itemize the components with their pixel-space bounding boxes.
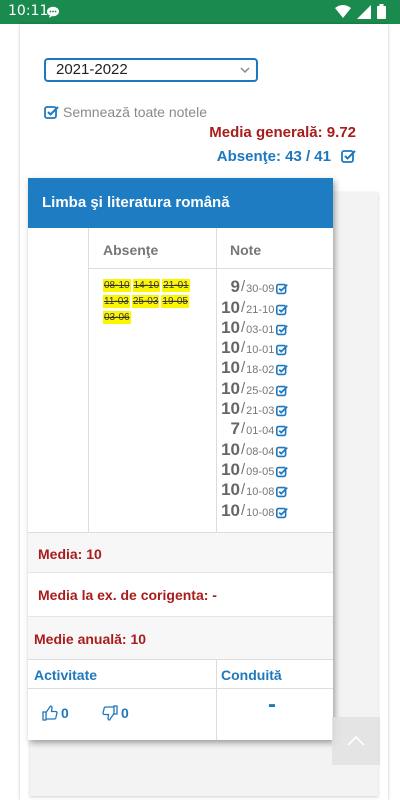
signal-icon bbox=[357, 4, 371, 19]
dislikes-button[interactable]: 0 bbox=[102, 705, 129, 721]
thumbs-down-icon bbox=[102, 705, 118, 721]
grade-value: 10 bbox=[221, 399, 240, 419]
checkbox-checked-icon[interactable] bbox=[276, 304, 289, 316]
grade-value: 10 bbox=[221, 439, 240, 459]
absence-item: 14-10 bbox=[132, 279, 161, 292]
absence-item: 11-03 bbox=[103, 295, 130, 308]
grade-value: 7 bbox=[230, 419, 240, 439]
absence-item: 21-01 bbox=[162, 279, 190, 292]
sign-all-label: Semnează toate notele bbox=[63, 104, 207, 120]
conduct-value: - bbox=[268, 691, 276, 718]
checkbox-checked-icon[interactable] bbox=[341, 149, 356, 164]
conduct-label: Conduită bbox=[221, 667, 282, 683]
grade-date: 10-01 bbox=[246, 344, 275, 357]
school-year-value: 2021-2022 bbox=[56, 61, 128, 78]
subject-average: Media: 10 bbox=[28, 533, 333, 573]
grade-value: 9 bbox=[230, 277, 240, 297]
school-year-select[interactable]: 2021-2022 bbox=[44, 58, 258, 82]
wifi-icon bbox=[335, 4, 351, 18]
absences-summary: Absenţe: 43 / 41 bbox=[217, 148, 356, 165]
grade-item: 10/10-01 bbox=[218, 337, 330, 357]
activity-label: Activitate bbox=[34, 667, 98, 683]
grade-date: 01-04 bbox=[246, 425, 275, 438]
annual-average: Medie anuală: 10 bbox=[28, 617, 333, 659]
subject-title: Limba şi literatura română bbox=[28, 178, 333, 228]
checkbox-checked-icon[interactable] bbox=[276, 425, 289, 437]
grade-date: 10-08 bbox=[246, 506, 275, 519]
grade-date: 03-01 bbox=[246, 323, 275, 336]
chevron-down-icon bbox=[240, 67, 250, 74]
grade-item: 9/30-09 bbox=[218, 276, 330, 296]
grade-value: 10 bbox=[221, 480, 240, 500]
thumbs-up-icon bbox=[42, 705, 58, 721]
general-average: Media generală: 9.72 bbox=[209, 124, 356, 141]
scroll-to-top-button[interactable] bbox=[332, 717, 380, 765]
checkbox-checked-icon[interactable] bbox=[276, 507, 289, 519]
sign-all-grades[interactable]: Semnează toate notele bbox=[44, 104, 207, 120]
absences-grades-grid: Absenţe Note 08-10 14-10 21-01 11-03 25-03 19… bbox=[28, 228, 333, 533]
grade-value: 10 bbox=[221, 500, 240, 520]
checkbox-checked-icon[interactable] bbox=[276, 364, 289, 376]
checkbox-checked-icon[interactable] bbox=[276, 283, 289, 295]
grade-date: 25-02 bbox=[246, 384, 275, 397]
grade-date: 30-09 bbox=[246, 283, 275, 296]
grade-value: 10 bbox=[221, 317, 240, 337]
absences-column-header: Absenţe bbox=[103, 242, 159, 258]
grades-list: 9/30-09 10/21-10 10/03-01 10/10-01 10/18-02 1… bbox=[218, 276, 330, 520]
chevron-up-icon bbox=[347, 735, 365, 746]
likes-button[interactable]: 0 bbox=[42, 705, 69, 721]
checkbox-checked-icon[interactable] bbox=[276, 486, 289, 498]
checkbox-checked-icon[interactable] bbox=[276, 446, 289, 458]
chat-notification-icon bbox=[47, 6, 59, 18]
absence-item: 19-05 bbox=[161, 295, 189, 308]
system-icons bbox=[335, 4, 386, 19]
grade-date: 21-03 bbox=[246, 405, 275, 418]
grade-date: 21-10 bbox=[246, 303, 275, 316]
grade-item: 7/01-04 bbox=[218, 418, 330, 438]
absence-item: 08-10 bbox=[103, 279, 131, 292]
grade-value: 10 bbox=[221, 459, 240, 479]
checkbox-checked-icon[interactable] bbox=[276, 466, 289, 478]
absence-item: 25-03 bbox=[131, 295, 160, 308]
absence-item: 03-06 bbox=[103, 311, 131, 324]
dislikes-count: 0 bbox=[121, 705, 129, 721]
grade-date: 08-04 bbox=[246, 445, 275, 458]
grade-item: 10/18-02 bbox=[218, 357, 330, 377]
checkbox-checked-icon[interactable] bbox=[44, 105, 59, 120]
status-time: 10:11 bbox=[8, 3, 49, 19]
grade-value: 10 bbox=[221, 338, 240, 358]
subject-card: Limba şi literatura română Absenţe Note … bbox=[28, 178, 333, 740]
grades-column-header: Note bbox=[230, 242, 262, 258]
status-bar: 10:11 bbox=[0, 0, 400, 24]
grade-value: 10 bbox=[221, 297, 240, 317]
checkbox-checked-icon[interactable] bbox=[276, 405, 289, 417]
remedial-exam-average: Media la ex. de corigenta: - bbox=[28, 573, 333, 617]
grade-item: 10/25-02 bbox=[218, 377, 330, 397]
grade-value: 10 bbox=[221, 378, 240, 398]
grade-item: 10/21-10 bbox=[218, 296, 330, 316]
grade-item: 10/10-08 bbox=[218, 479, 330, 499]
activity-conduct-header: Activitate Conduită bbox=[28, 659, 333, 740]
grade-date: 18-02 bbox=[246, 364, 275, 377]
grade-item: 10/08-04 bbox=[218, 438, 330, 458]
checkbox-checked-icon[interactable] bbox=[276, 344, 289, 356]
grade-item: 10/21-03 bbox=[218, 398, 330, 418]
absences-list: 08-10 14-10 21-01 11-03 25-03 19-05 03-06 bbox=[103, 278, 203, 326]
grade-item: 10/03-01 bbox=[218, 317, 330, 337]
grade-item: 10/09-05 bbox=[218, 459, 330, 479]
absences-summary-text: Absenţe: 43 / 41 bbox=[216, 148, 331, 165]
checkbox-checked-icon[interactable] bbox=[276, 385, 289, 397]
activity-conduct-values: 0 0 - bbox=[28, 689, 333, 739]
likes-count: 0 bbox=[61, 705, 69, 721]
grade-date: 09-05 bbox=[246, 465, 275, 478]
grade-item: 10/10-08 bbox=[218, 499, 330, 519]
battery-icon bbox=[377, 4, 386, 19]
grade-date: 10-08 bbox=[246, 486, 275, 499]
grade-value: 10 bbox=[221, 358, 240, 378]
checkbox-checked-icon[interactable] bbox=[276, 324, 289, 336]
